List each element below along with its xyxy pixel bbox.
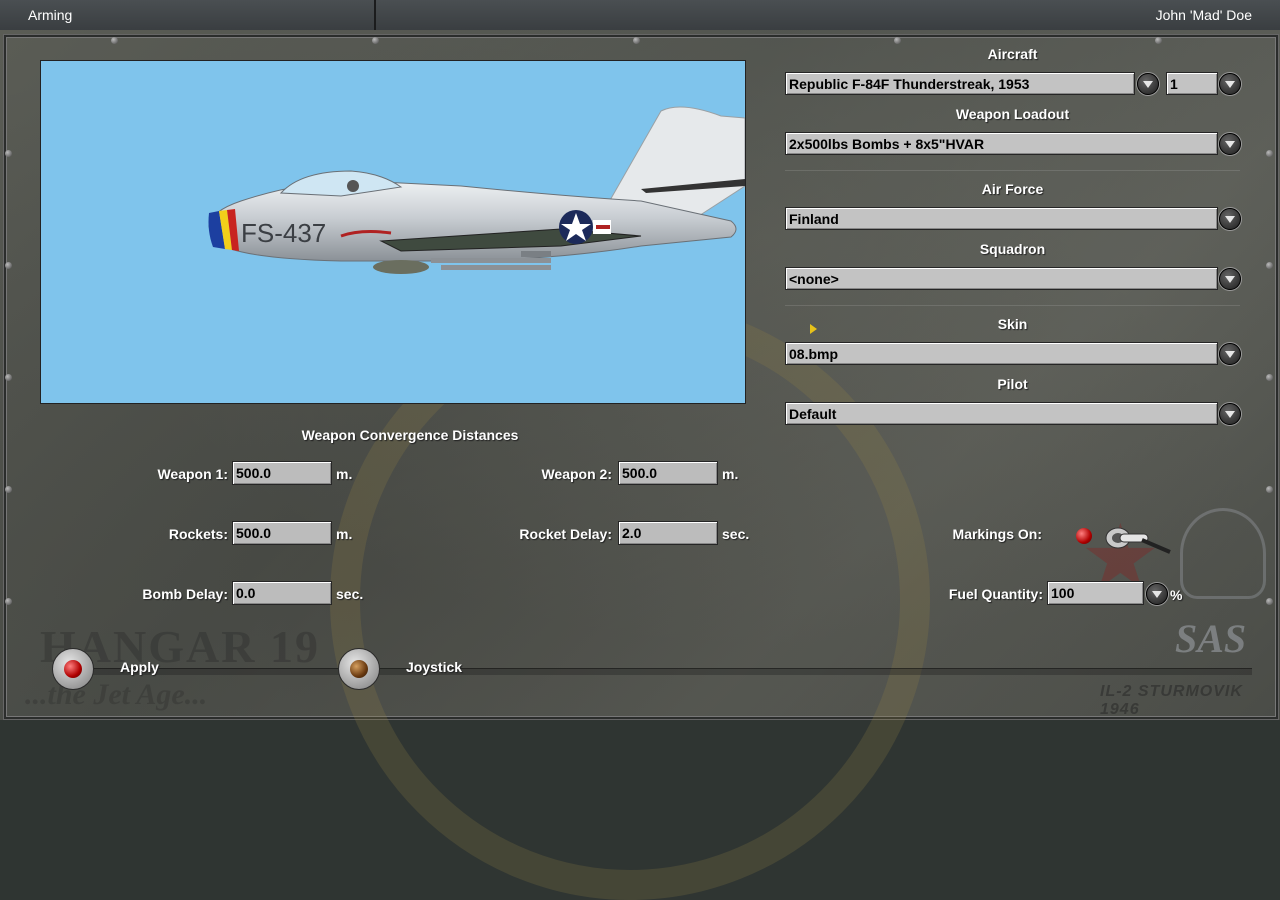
rocket-delay-label: Rocket Delay: [519,526,612,542]
pilot-dropdown-icon[interactable] [1219,403,1241,425]
sas-wings-logo [1180,508,1266,599]
aircraft-count-dropdown-icon[interactable] [1219,73,1241,95]
aircraft-label: Aircraft [987,46,1038,62]
fuel-quantity-dropdown-icon[interactable] [1146,583,1168,605]
skin-select[interactable]: 08.bmp [785,342,1218,365]
rivet [5,150,12,157]
air-force-dropdown-icon[interactable] [1219,208,1241,230]
apply-lamp-icon [64,660,82,678]
rivet [5,598,12,605]
fuel-quantity-label: Fuel Quantity: [948,586,1043,602]
sas-logo: SAS [1175,616,1247,661]
squadron-select[interactable]: <none> [785,267,1218,290]
rivet [1266,374,1273,381]
air-force-select[interactable]: Finland [785,207,1218,230]
markings-label: Markings On: [952,526,1042,542]
rockets-input[interactable]: 500.0 [232,521,332,545]
rivet [1266,598,1273,605]
rivet [111,37,118,44]
fuel-unit: % [1170,587,1183,603]
rivet [633,37,640,44]
rivet [894,37,901,44]
bottom-rail [92,668,1252,675]
joystick-label[interactable]: Joystick [406,659,462,675]
weapon1-label: Weapon 1: [157,466,228,482]
markings-toggle-switch[interactable] [1098,520,1172,560]
aircraft-count-select[interactable]: 1 [1166,72,1218,95]
rivet [5,262,12,269]
bomb-delay-label: Bomb Delay: [142,586,228,602]
rockets-unit: m. [336,526,353,542]
game-logo: IL-2 STURMOVIK 1946 [1100,683,1243,718]
weapon-loadout-dropdown-icon[interactable] [1219,133,1241,155]
joystick-button[interactable] [338,648,380,690]
aircraft-dropdown-icon[interactable] [1137,73,1159,95]
skin-label: Skin [997,316,1028,332]
squadron-label: Squadron [979,241,1046,257]
title-bar: Arming John 'Mad' Doe [0,0,1280,31]
title-bar-separator [374,0,376,30]
apply-button[interactable] [52,648,94,690]
weapon-loadout-label: Weapon Loadout [955,106,1070,122]
rivet [5,374,12,381]
rivet [372,37,379,44]
rivet [1266,262,1273,269]
section-divider [785,170,1240,171]
rockets-label: Rockets: [168,526,228,542]
aircraft-preview[interactable]: FS-437 [40,60,746,404]
weapon2-unit: m. [722,466,739,482]
rocket-delay-input[interactable]: 2.0 [618,521,718,545]
jet-age-logo: ...the Jet Age... [25,678,208,711]
apply-label[interactable]: Apply [120,659,159,675]
mouse-cursor-icon [810,324,817,334]
rivet [1266,150,1273,157]
aircraft-image: FS-437 [208,106,745,274]
markings-indicator-led [1076,528,1092,544]
weapon1-unit: m. [336,466,353,482]
tail-code: FS-437 [241,218,326,248]
weapon2-label: Weapon 2: [541,466,612,482]
air-force-label: Air Force [981,181,1044,197]
fuel-quantity-select[interactable]: 100 [1047,581,1144,605]
joystick-lamp-icon [350,660,368,678]
weapon2-input[interactable]: 500.0 [618,461,718,485]
skin-dropdown-icon[interactable] [1219,343,1241,365]
pilot-select[interactable]: Default [785,402,1218,425]
pilot-label: Pilot [997,376,1028,392]
rocket-delay-unit: sec. [722,526,750,542]
squadron-dropdown-icon[interactable] [1219,268,1241,290]
pilot-name: John 'Mad' Doe [1155,7,1252,23]
bomb-delay-input[interactable]: 0.0 [232,581,332,605]
weapon1-input[interactable]: 500.0 [232,461,332,485]
rivet [5,486,12,493]
convergence-title: Weapon Convergence Distances [301,427,519,443]
rivet [1155,37,1162,44]
rivet [1266,486,1273,493]
aircraft-select[interactable]: Republic F-84F Thunderstreak, 1953 [785,72,1135,95]
weapon-loadout-select[interactable]: 2x500lbs Bombs + 8x5"HVAR [785,132,1218,155]
section-divider [785,305,1240,306]
bomb-delay-unit: sec. [336,586,364,602]
screen-title: Arming [28,7,73,23]
